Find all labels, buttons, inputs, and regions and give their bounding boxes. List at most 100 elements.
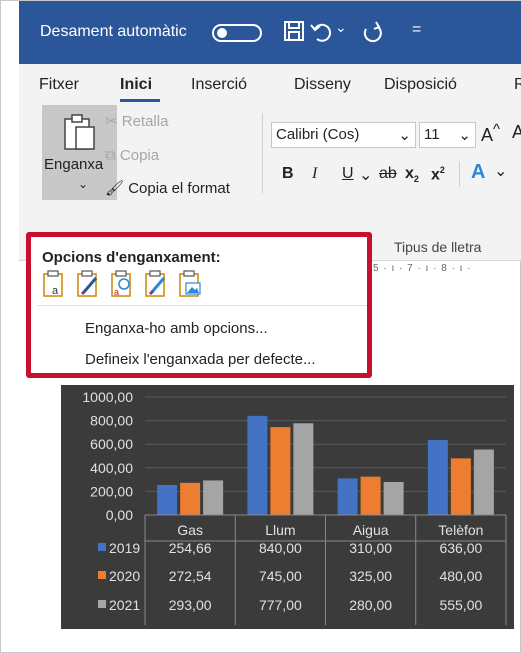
legend-key-2019 <box>98 543 106 551</box>
title-bar: Desament automàtic ⌄ = <box>19 1 521 64</box>
data-table-value: 555,00 <box>439 597 482 613</box>
y-tick-label: 800,00 <box>90 413 133 429</box>
toggle-knob <box>217 28 227 38</box>
tab-references[interactable]: R <box>514 76 521 94</box>
ribbon-tabs: Fitxer Inici Inserció Disseny Disposició… <box>19 64 521 104</box>
data-table-value: 325,00 <box>349 568 392 584</box>
svg-text:a: a <box>52 285 59 297</box>
svg-text:a: a <box>114 287 119 297</box>
superscript-button[interactable]: x2 <box>431 165 445 184</box>
scissors-icon: ✂ <box>105 113 122 130</box>
bar-2019-Gas <box>157 484 178 515</box>
font-group-label: Tipus de lletra <box>394 239 482 255</box>
redo-icon[interactable] <box>358 17 386 45</box>
bar-2019-Llum <box>247 415 268 515</box>
copy-icon: ⧉ <box>105 147 120 164</box>
undo-dropdown-icon[interactable]: ⌄ <box>335 19 347 36</box>
clustered-bar-chart[interactable]: 0,00 200,00 400,00 600,00 800,00 1000,00 Gas Ll… <box>61 385 514 629</box>
paste-label: Enganxa <box>44 156 104 173</box>
bar-2020-Telèfon <box>450 458 471 515</box>
paste-options-divider <box>37 305 367 306</box>
y-tick-label: 600,00 <box>90 436 133 452</box>
word-window: Desament automàtic ⌄ = Fitxer Inici Inse… <box>0 0 521 653</box>
data-table-value: 310,00 <box>349 540 392 556</box>
clipboard-icon <box>62 113 98 158</box>
legend-key-2021 <box>98 600 106 608</box>
keep-source-format-icon[interactable]: a <box>42 270 67 298</box>
text-effects-icon[interactable]: A <box>471 161 485 184</box>
tab-disposicio[interactable]: Disposició <box>384 76 457 94</box>
x-category-label: Telèfon <box>438 522 483 538</box>
ruler: 5 · ı · 7 · ı · 8 · ı · <box>373 263 472 274</box>
data-table-value: 254,66 <box>169 540 212 556</box>
tab-disseny[interactable]: Disseny <box>294 76 351 94</box>
data-table-value: 777,00 <box>259 597 302 613</box>
customize-qat-icon[interactable]: = <box>412 21 421 39</box>
keep-text-icon[interactable]: a <box>110 270 135 298</box>
legend-key-2020 <box>98 571 106 579</box>
bar-2019-Telèfon <box>427 439 448 515</box>
paste-options-panel: Opcions d'enganxament: a a Enganxa-ho am… <box>26 232 372 378</box>
italic-button[interactable]: I <box>312 165 317 183</box>
tab-fitxer[interactable]: Fitxer <box>39 76 79 94</box>
data-table-value: 293,00 <box>169 597 212 613</box>
active-tab-indicator <box>120 99 160 102</box>
font-size-box[interactable]: 11 ⌄ <box>419 122 476 148</box>
subscript-button[interactable]: x2 <box>405 165 419 184</box>
picture-paste-icon[interactable] <box>144 270 169 298</box>
bar-2019-Aigua <box>337 478 358 515</box>
paste-as-picture-icon[interactable] <box>178 270 203 298</box>
bar-2021-Llum <box>293 423 314 515</box>
chevron-down-icon: ⌄ <box>458 127 471 144</box>
x-category-label: Aigua <box>353 522 389 538</box>
paste-options-icons: a a <box>42 270 203 298</box>
copy-command[interactable]: ⧉ Copia <box>105 147 159 164</box>
format-painter-command[interactable]: 🖌 Copia el format <box>105 179 230 197</box>
y-tick-label: 1000,00 <box>82 389 133 405</box>
ribbon-separator <box>262 113 263 193</box>
tab-insercio[interactable]: Inserció <box>191 76 247 94</box>
legend-label: 2021 <box>109 597 140 613</box>
grow-font-icon[interactable]: A^ <box>481 121 500 146</box>
autosave-toggle[interactable] <box>212 24 262 42</box>
legend-label: 2020 <box>109 568 140 584</box>
chevron-down-icon[interactable]: ⌄ <box>494 161 507 181</box>
merge-format-icon[interactable] <box>76 270 101 298</box>
strikethrough-button[interactable]: ab <box>379 165 397 183</box>
font-name-box[interactable]: Calibri (Cos) ⌄ <box>271 122 416 148</box>
autosave-label: Desament automàtic <box>40 23 187 40</box>
y-tick-label: 400,00 <box>90 460 133 476</box>
brush-icon: 🖌 <box>105 180 129 197</box>
bar-2021-Aigua <box>383 481 404 515</box>
bar-2020-Gas <box>180 482 201 515</box>
x-category-label: Gas <box>177 522 203 538</box>
data-table-value: 636,00 <box>439 540 482 556</box>
tab-inici[interactable]: Inici <box>120 76 152 94</box>
set-default-paste-item[interactable]: Defineix l'enganxada per defecte... <box>85 351 316 368</box>
ribbon-separator <box>459 161 460 187</box>
bar-2021-Telèfon <box>473 449 494 515</box>
paste-options-title: Opcions d'enganxament: <box>42 249 221 266</box>
data-table-value: 480,00 <box>439 568 482 584</box>
bold-button[interactable]: B <box>282 165 294 183</box>
y-tick-label: 200,00 <box>90 483 133 499</box>
underline-button[interactable]: U <box>342 165 354 183</box>
paste-with-options-item[interactable]: Enganxa-ho amb opcions... <box>85 320 268 337</box>
x-category-label: Llum <box>265 522 295 538</box>
legend-label: 2019 <box>109 540 140 556</box>
bar-2021-Gas <box>203 480 224 515</box>
data-table-value: 272,54 <box>169 568 212 584</box>
save-icon[interactable] <box>280 17 308 45</box>
shrink-font-icon[interactable]: A <box>512 122 521 143</box>
bar-2020-Llum <box>270 427 291 515</box>
cut-command[interactable]: ✂ Retalla <box>105 112 168 130</box>
bar-2020-Aigua <box>360 476 381 515</box>
chart-canvas: 0,00 200,00 400,00 600,00 800,00 1000,00 Gas Ll… <box>82 389 507 625</box>
chevron-down-icon: ⌄ <box>398 127 411 144</box>
chevron-down-icon[interactable]: ⌄ <box>359 165 372 185</box>
paste-dropdown-icon: ⌄ <box>78 177 89 191</box>
undo-icon[interactable] <box>307 17 335 45</box>
data-table-value: 280,00 <box>349 597 392 613</box>
data-table-value: 745,00 <box>259 568 302 584</box>
y-tick-label: 0,00 <box>106 507 133 523</box>
